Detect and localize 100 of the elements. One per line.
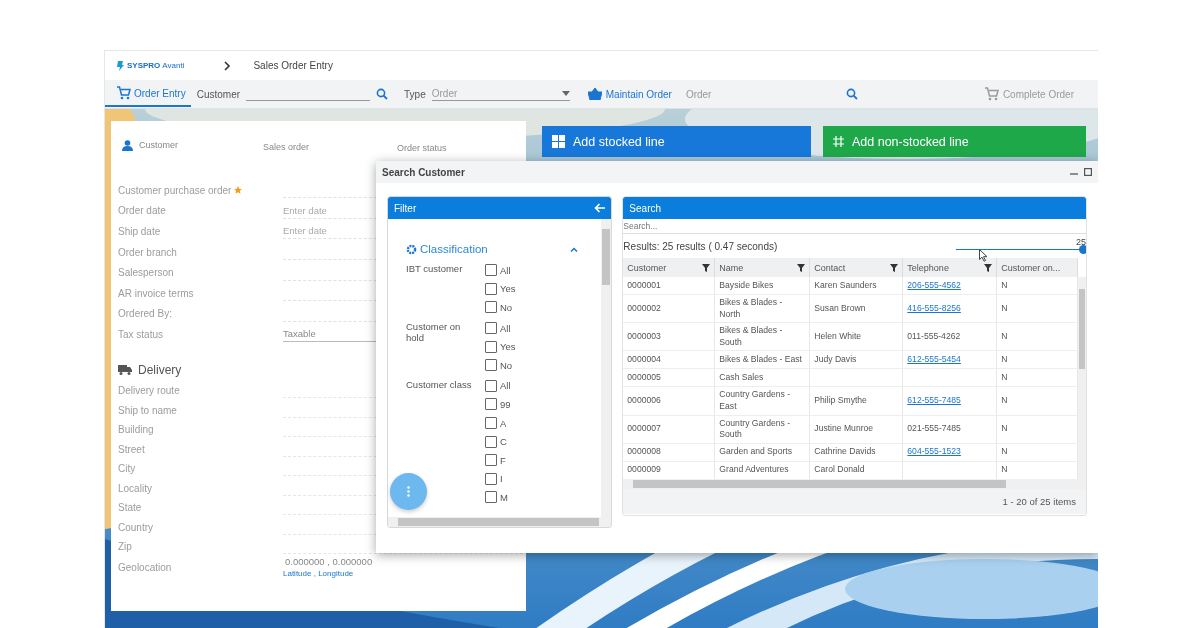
caret-up-icon[interactable]: [570, 246, 578, 252]
panel-title: Search: [629, 202, 662, 214]
breadcrumb[interactable]: Sales Order Entry: [253, 60, 333, 71]
dialog-title: Search Customer: [382, 166, 465, 178]
option-label: All: [500, 380, 511, 392]
checkbox[interactable]: [485, 282, 497, 295]
field-label: Locality: [118, 482, 153, 494]
geolocation-value: 0.000000 , 0.000000: [284, 556, 374, 568]
field-label: Order date: [118, 205, 166, 217]
table-cell: 0000002: [623, 295, 716, 324]
checkbox[interactable]: [485, 359, 497, 372]
column-header[interactable]: Customer on...: [997, 258, 1079, 277]
column-header[interactable]: Customer: [623, 258, 716, 277]
logo-product: Avanti: [162, 61, 185, 70]
header-label: Customer: [139, 140, 178, 150]
table-cell: 0000003: [623, 323, 716, 352]
more-icon: [407, 486, 410, 497]
field-label: State: [118, 502, 143, 513]
checkbox[interactable]: [485, 322, 497, 335]
checkbox[interactable]: [485, 417, 497, 430]
table-cell: Karen Saunders: [810, 277, 904, 295]
option-label: Yes: [500, 341, 516, 353]
table-cell: Helen White: [810, 323, 904, 352]
table-cell: 0000006: [623, 387, 716, 416]
caret-down-icon: [561, 91, 570, 96]
filter-icon[interactable]: [797, 263, 806, 272]
field-label: City: [118, 463, 137, 474]
type-dropdown[interactable]: Order: [431, 87, 570, 101]
option-label: No: [500, 302, 513, 313]
field-label: Street: [118, 443, 146, 455]
add-line-button[interactable]: Add stocked line: [542, 126, 811, 157]
scrollbar[interactable]: [1078, 277, 1086, 479]
table-cell: 0000008: [623, 443, 716, 462]
field-label: Tax status: [118, 328, 164, 340]
option-label: C: [500, 436, 507, 448]
table-cell: 0000007: [623, 415, 716, 444]
checkbox[interactable]: [485, 340, 497, 353]
table-cell: Susan Brown: [810, 295, 904, 324]
field-label: Geolocation: [118, 561, 173, 573]
group-label: Customer class: [406, 377, 473, 390]
gear-icon: [406, 243, 417, 255]
checkbox[interactable]: [485, 379, 497, 392]
checkbox[interactable]: [485, 472, 497, 485]
table-cell: Bikes & Blades - South: [715, 323, 811, 352]
order-field[interactable]: Order: [685, 88, 858, 100]
option-label: A: [500, 417, 507, 429]
phone-link[interactable]: 604-555-1523: [907, 446, 961, 459]
table-cell: Cash Sales: [715, 369, 811, 388]
field-label: Ship date: [118, 226, 161, 237]
maintain-order-button[interactable]: Maintain Order: [587, 88, 672, 100]
truck-icon: [118, 364, 132, 375]
grid-icon: [552, 135, 565, 148]
checkbox[interactable]: [485, 264, 497, 277]
scrollbar[interactable]: [623, 479, 1086, 489]
field-label: Country: [118, 521, 154, 533]
column-header[interactable]: Telephone: [903, 258, 998, 277]
section-title: Delivery: [138, 362, 182, 377]
table-cell: Bayside Bikes: [715, 277, 811, 295]
search-icon[interactable]: [376, 88, 389, 100]
group-label: Customer on hold: [406, 319, 462, 343]
type-label: Type: [404, 88, 426, 100]
scrollbar[interactable]: [388, 517, 612, 527]
filter-icon[interactable]: [702, 263, 711, 272]
column-header[interactable]: Contact: [810, 258, 904, 277]
checkbox[interactable]: [485, 398, 497, 411]
slider-thumb[interactable]: [1079, 244, 1086, 254]
search-field[interactable]: Search...: [623, 221, 924, 231]
option-label: All: [500, 264, 511, 276]
filter-icon[interactable]: [890, 263, 899, 272]
phone-link[interactable]: 612-555-7485: [907, 395, 961, 407]
back-arrow-icon[interactable]: [594, 203, 606, 213]
table-cell: Judy Davis: [810, 351, 904, 370]
add-line-button[interactable]: Add non-stocked line: [823, 126, 1086, 157]
table-cell: Garden and Sports: [715, 443, 811, 462]
results-summary: Results: 25 results ( 0.47 seconds): [623, 240, 778, 252]
column-header[interactable]: Name: [715, 258, 811, 277]
table-cell: Country Gardens - South: [715, 415, 811, 444]
checkbox[interactable]: [485, 491, 497, 504]
option-label: 99: [500, 398, 511, 410]
search-icon[interactable]: [845, 88, 858, 100]
table-cell: 0000004: [623, 351, 716, 370]
table-cell: Justine Munroe: [810, 415, 904, 444]
table-cell: Country Gardens - East: [715, 387, 811, 416]
slider-value: 25: [1076, 236, 1086, 247]
cart-icon: [983, 87, 999, 101]
checkbox[interactable]: [485, 454, 497, 467]
panel-title: Filter: [394, 202, 417, 214]
order-entry-tab[interactable]: Order Entry: [105, 81, 191, 107]
coordinates-link[interactable]: Latitude , Longitude: [283, 569, 354, 579]
table-cell: Philip Smythe: [810, 387, 904, 416]
filter-icon[interactable]: [984, 263, 993, 272]
phone-link[interactable]: 206-555-4562: [907, 279, 961, 292]
scrollbar[interactable]: [601, 219, 612, 517]
phone-link[interactable]: 612-555-5454: [907, 354, 961, 366]
checkbox[interactable]: [485, 301, 497, 314]
phone-link[interactable]: 416-555-8256: [907, 302, 961, 315]
table-cell: 011-555-4262: [907, 331, 961, 343]
classification-toggle[interactable]: Classification: [406, 243, 488, 255]
maximize-icon[interactable]: [1084, 168, 1092, 176]
checkbox[interactable]: [485, 435, 497, 448]
